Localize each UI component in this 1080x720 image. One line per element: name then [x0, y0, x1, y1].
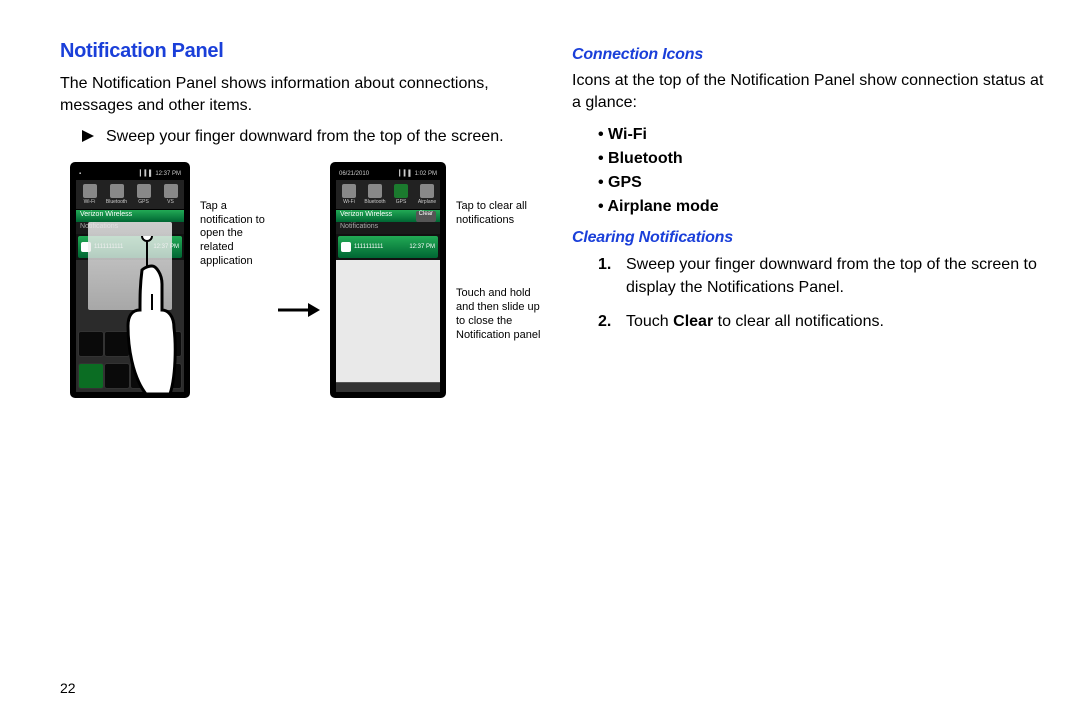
step-number: 2. [598, 310, 616, 333]
caption-clear-all: Tap to clear all notifications [456, 200, 534, 228]
carrier-label: Verizon Wireless [80, 211, 132, 222]
bullet-wifi: Wi-Fi [598, 123, 1044, 147]
apps-tile [156, 363, 182, 389]
triangle-play-icon [82, 130, 94, 142]
connection-icons-body: Icons at the top of the Notification Pan… [572, 70, 1044, 113]
step-2-text: Touch Clear to clear all notifications. [626, 310, 884, 333]
intro-text: The Notification Panel shows information… [60, 73, 540, 116]
airplane-icon [420, 184, 434, 198]
instruction-text: Sweep your finger downward from the top … [106, 126, 504, 148]
home-tile [130, 331, 156, 357]
step-number: 1. [598, 253, 616, 299]
status-time: 12:37 PM [155, 171, 181, 177]
notification-app-icon [341, 242, 351, 252]
bluetooth-icon [110, 184, 124, 198]
wifi-icon [83, 184, 97, 198]
status-left-icon: ▪ [79, 171, 81, 177]
home-tile [130, 363, 156, 389]
right-column: Connection Icons Icons at the top of the… [572, 40, 1044, 398]
instruction-row: Sweep your finger downward from the top … [60, 126, 540, 148]
wifi-icon [342, 184, 356, 198]
arrow-right-icon [278, 301, 320, 319]
pull-shade-overlay [88, 222, 172, 310]
bullet-airplane: Airplane mode [598, 195, 1044, 219]
figure-row: ▪ ▎▍▌ 12:37 PM Wi-Fi Bluetooth GPS VS Ve… [60, 162, 540, 398]
page-number: 22 [60, 680, 76, 696]
step-1-text: Sweep your finger downward from the top … [626, 253, 1044, 299]
subhead-connection-icons: Connection Icons [572, 46, 1044, 64]
clear-word: Clear [673, 313, 713, 330]
caption-tap-notification: Tap a notification to open the related a… [200, 200, 268, 269]
heading-notification-panel: Notification Panel [60, 40, 540, 63]
left-column: Notification Panel The Notification Pane… [60, 40, 540, 398]
home-tile [78, 331, 104, 357]
connection-bullet-list: Wi-Fi Bluetooth GPS Airplane mode [572, 123, 1044, 219]
gps-icon [394, 184, 408, 198]
clearing-steps: 1. Sweep your finger downward from the t… [572, 253, 1044, 333]
phone-figure-home: ▪ ▎▍▌ 12:37 PM Wi-Fi Bluetooth GPS VS Ve… [70, 162, 190, 398]
gps-icon [137, 184, 151, 198]
signal-icon: ▎▍▌ [399, 170, 412, 177]
subhead-clearing-notifications: Clearing Notifications [572, 229, 1044, 247]
bullet-bluetooth: Bluetooth [598, 147, 1044, 171]
caption-close-panel: Touch and hold and then slide up to clos… [456, 287, 544, 342]
quick-toggle-row: Wi-Fi Bluetooth GPS Airplane [336, 180, 440, 210]
status-time: 1:02 PM [415, 171, 437, 177]
carrier-label: Verizon Wireless [340, 211, 392, 222]
vs-icon [164, 184, 178, 198]
bullet-gps: GPS [598, 171, 1044, 195]
quick-toggle-row: Wi-Fi Bluetooth GPS VS [76, 180, 184, 210]
home-tile [104, 363, 130, 389]
phone-tile [78, 363, 104, 389]
notifications-label: Notifications [336, 222, 440, 234]
panel-handle [336, 382, 440, 392]
notification-item: 1111111111 12:37 PM [338, 236, 438, 258]
phone-figure-panel: 06/21/2010 ▎▍▌ 1:02 PM Wi-Fi Bluetooth G… [330, 162, 446, 398]
signal-icon: ▎▍▌ [140, 170, 153, 177]
home-tile [156, 331, 182, 357]
status-date: 06/21/2010 [339, 171, 369, 177]
bluetooth-icon [368, 184, 382, 198]
clear-button-label: Clear [416, 211, 436, 222]
home-tile [104, 331, 130, 357]
